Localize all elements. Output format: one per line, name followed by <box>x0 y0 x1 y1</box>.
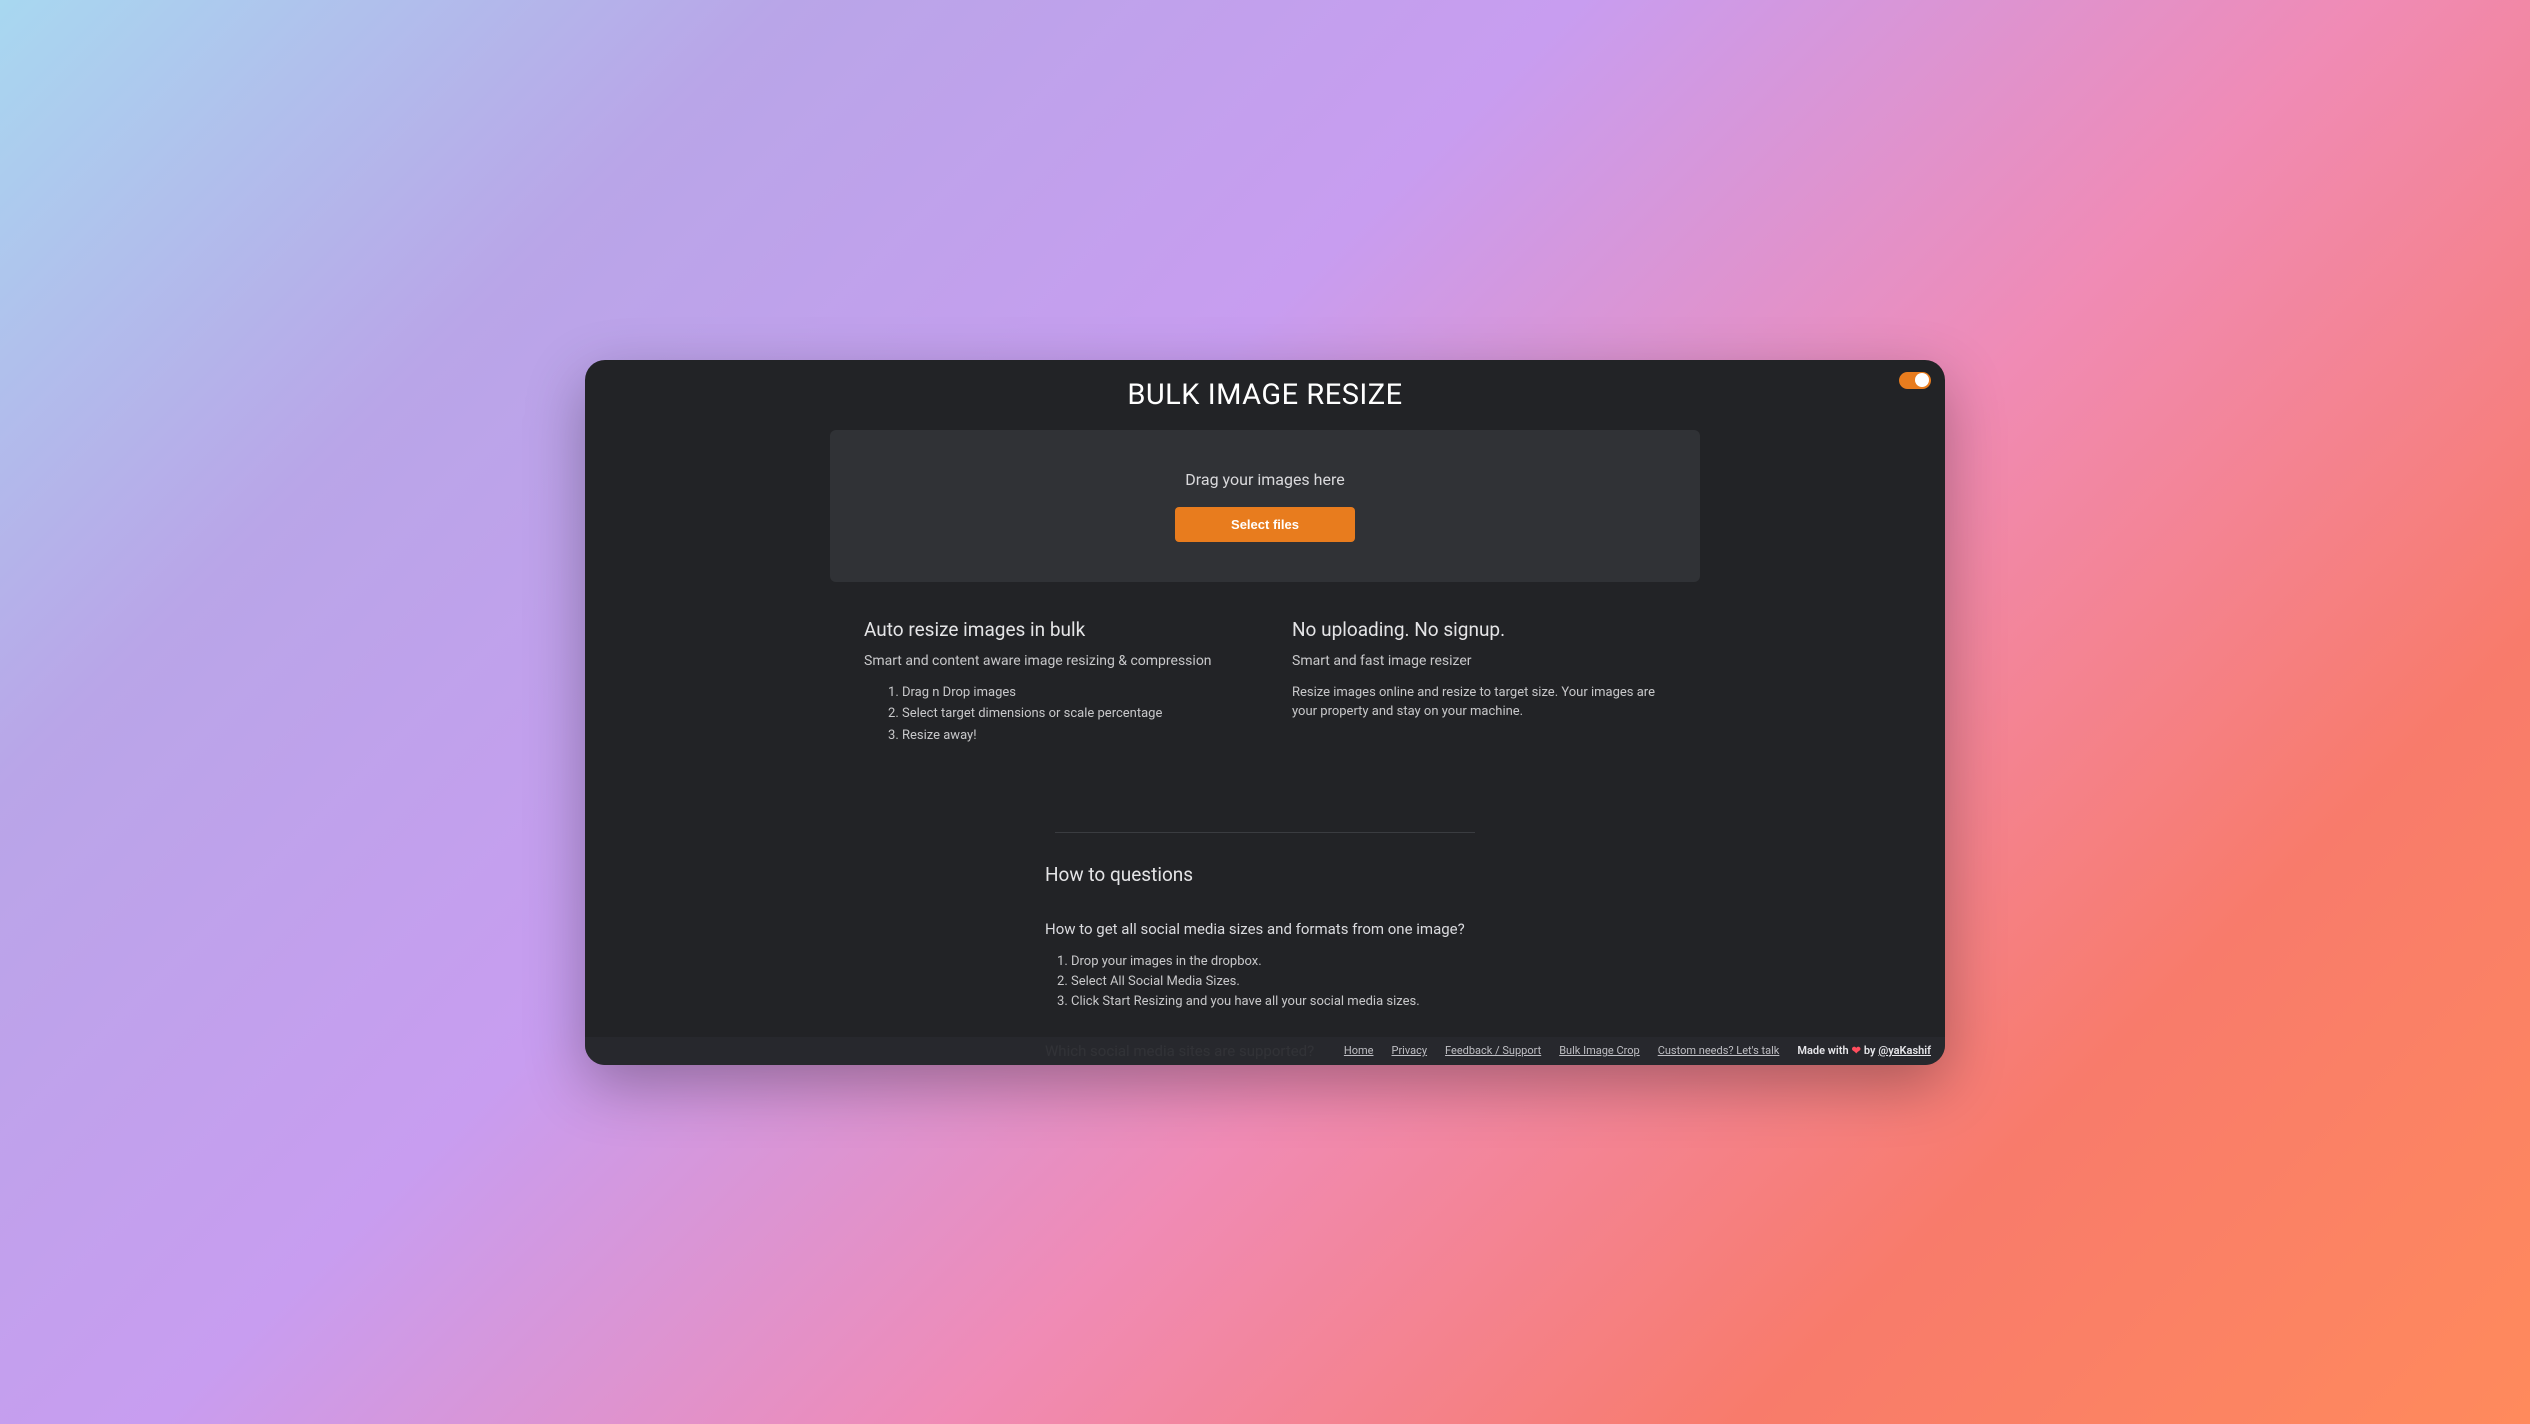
dropzone[interactable]: Drag your images here Select files <box>830 430 1700 582</box>
footer-link-custom[interactable]: Custom needs? Let's talk <box>1658 1044 1780 1057</box>
right-heading: No uploading. No signup. <box>1292 618 1680 641</box>
left-steps-list: Drag n Drop images Select target dimensi… <box>864 683 1252 746</box>
list-item: Resize away! <box>902 726 1252 746</box>
footer-link-home[interactable]: Home <box>1344 1044 1374 1057</box>
heart-icon: ❤ <box>1852 1044 1861 1057</box>
footer-handle-link[interactable]: @yaKashif <box>1878 1044 1931 1057</box>
right-description: Resize images online and resize to targe… <box>1292 683 1680 722</box>
footer-link-bulk-crop[interactable]: Bulk Image Crop <box>1559 1044 1640 1057</box>
info-columns: Auto resize images in bulk Smart and con… <box>830 618 1700 748</box>
howto-title: How to questions <box>1045 863 1485 886</box>
footer-bar: Home Privacy Feedback / Support Bulk Ima… <box>585 1037 1945 1065</box>
list-item: Click Start Resizing and you have all yo… <box>1071 992 1485 1012</box>
divider <box>1055 832 1475 833</box>
info-column-left: Auto resize images in bulk Smart and con… <box>864 618 1252 748</box>
list-item: Select All Social Media Sizes. <box>1071 972 1485 992</box>
page-title: BULK IMAGE RESIZE <box>585 378 1945 412</box>
credit-prefix: Made with <box>1797 1044 1848 1057</box>
theme-toggle[interactable] <box>1899 372 1931 389</box>
dropzone-text: Drag your images here <box>1185 470 1344 489</box>
info-column-right: No uploading. No signup. Smart and fast … <box>1292 618 1680 748</box>
left-heading: Auto resize images in bulk <box>864 618 1252 641</box>
list-item: Drop your images in the dropbox. <box>1071 952 1485 972</box>
howto-section: How to questions How to get all social m… <box>1045 863 1485 1065</box>
howto-question-1: How to get all social media sizes and fo… <box>1045 920 1485 938</box>
list-item: Select target dimensions or scale percen… <box>902 704 1252 724</box>
footer-link-feedback[interactable]: Feedback / Support <box>1445 1044 1541 1057</box>
footer-link-privacy[interactable]: Privacy <box>1392 1044 1428 1057</box>
content-area: BULK IMAGE RESIZE Drag your images here … <box>585 360 1945 1065</box>
select-files-button[interactable]: Select files <box>1175 507 1355 542</box>
left-subtitle: Smart and content aware image resizing &… <box>864 653 1252 669</box>
credit-suffix: by <box>1864 1044 1876 1057</box>
list-item: Drag n Drop images <box>902 683 1252 703</box>
footer-credit: Made with ❤ by @yaKashif <box>1797 1044 1931 1057</box>
howto-list-1: Drop your images in the dropbox. Select … <box>1045 952 1485 1012</box>
app-window: BULK IMAGE RESIZE Drag your images here … <box>585 360 1945 1065</box>
right-subtitle: Smart and fast image resizer <box>1292 653 1680 669</box>
toggle-knob <box>1915 373 1929 387</box>
